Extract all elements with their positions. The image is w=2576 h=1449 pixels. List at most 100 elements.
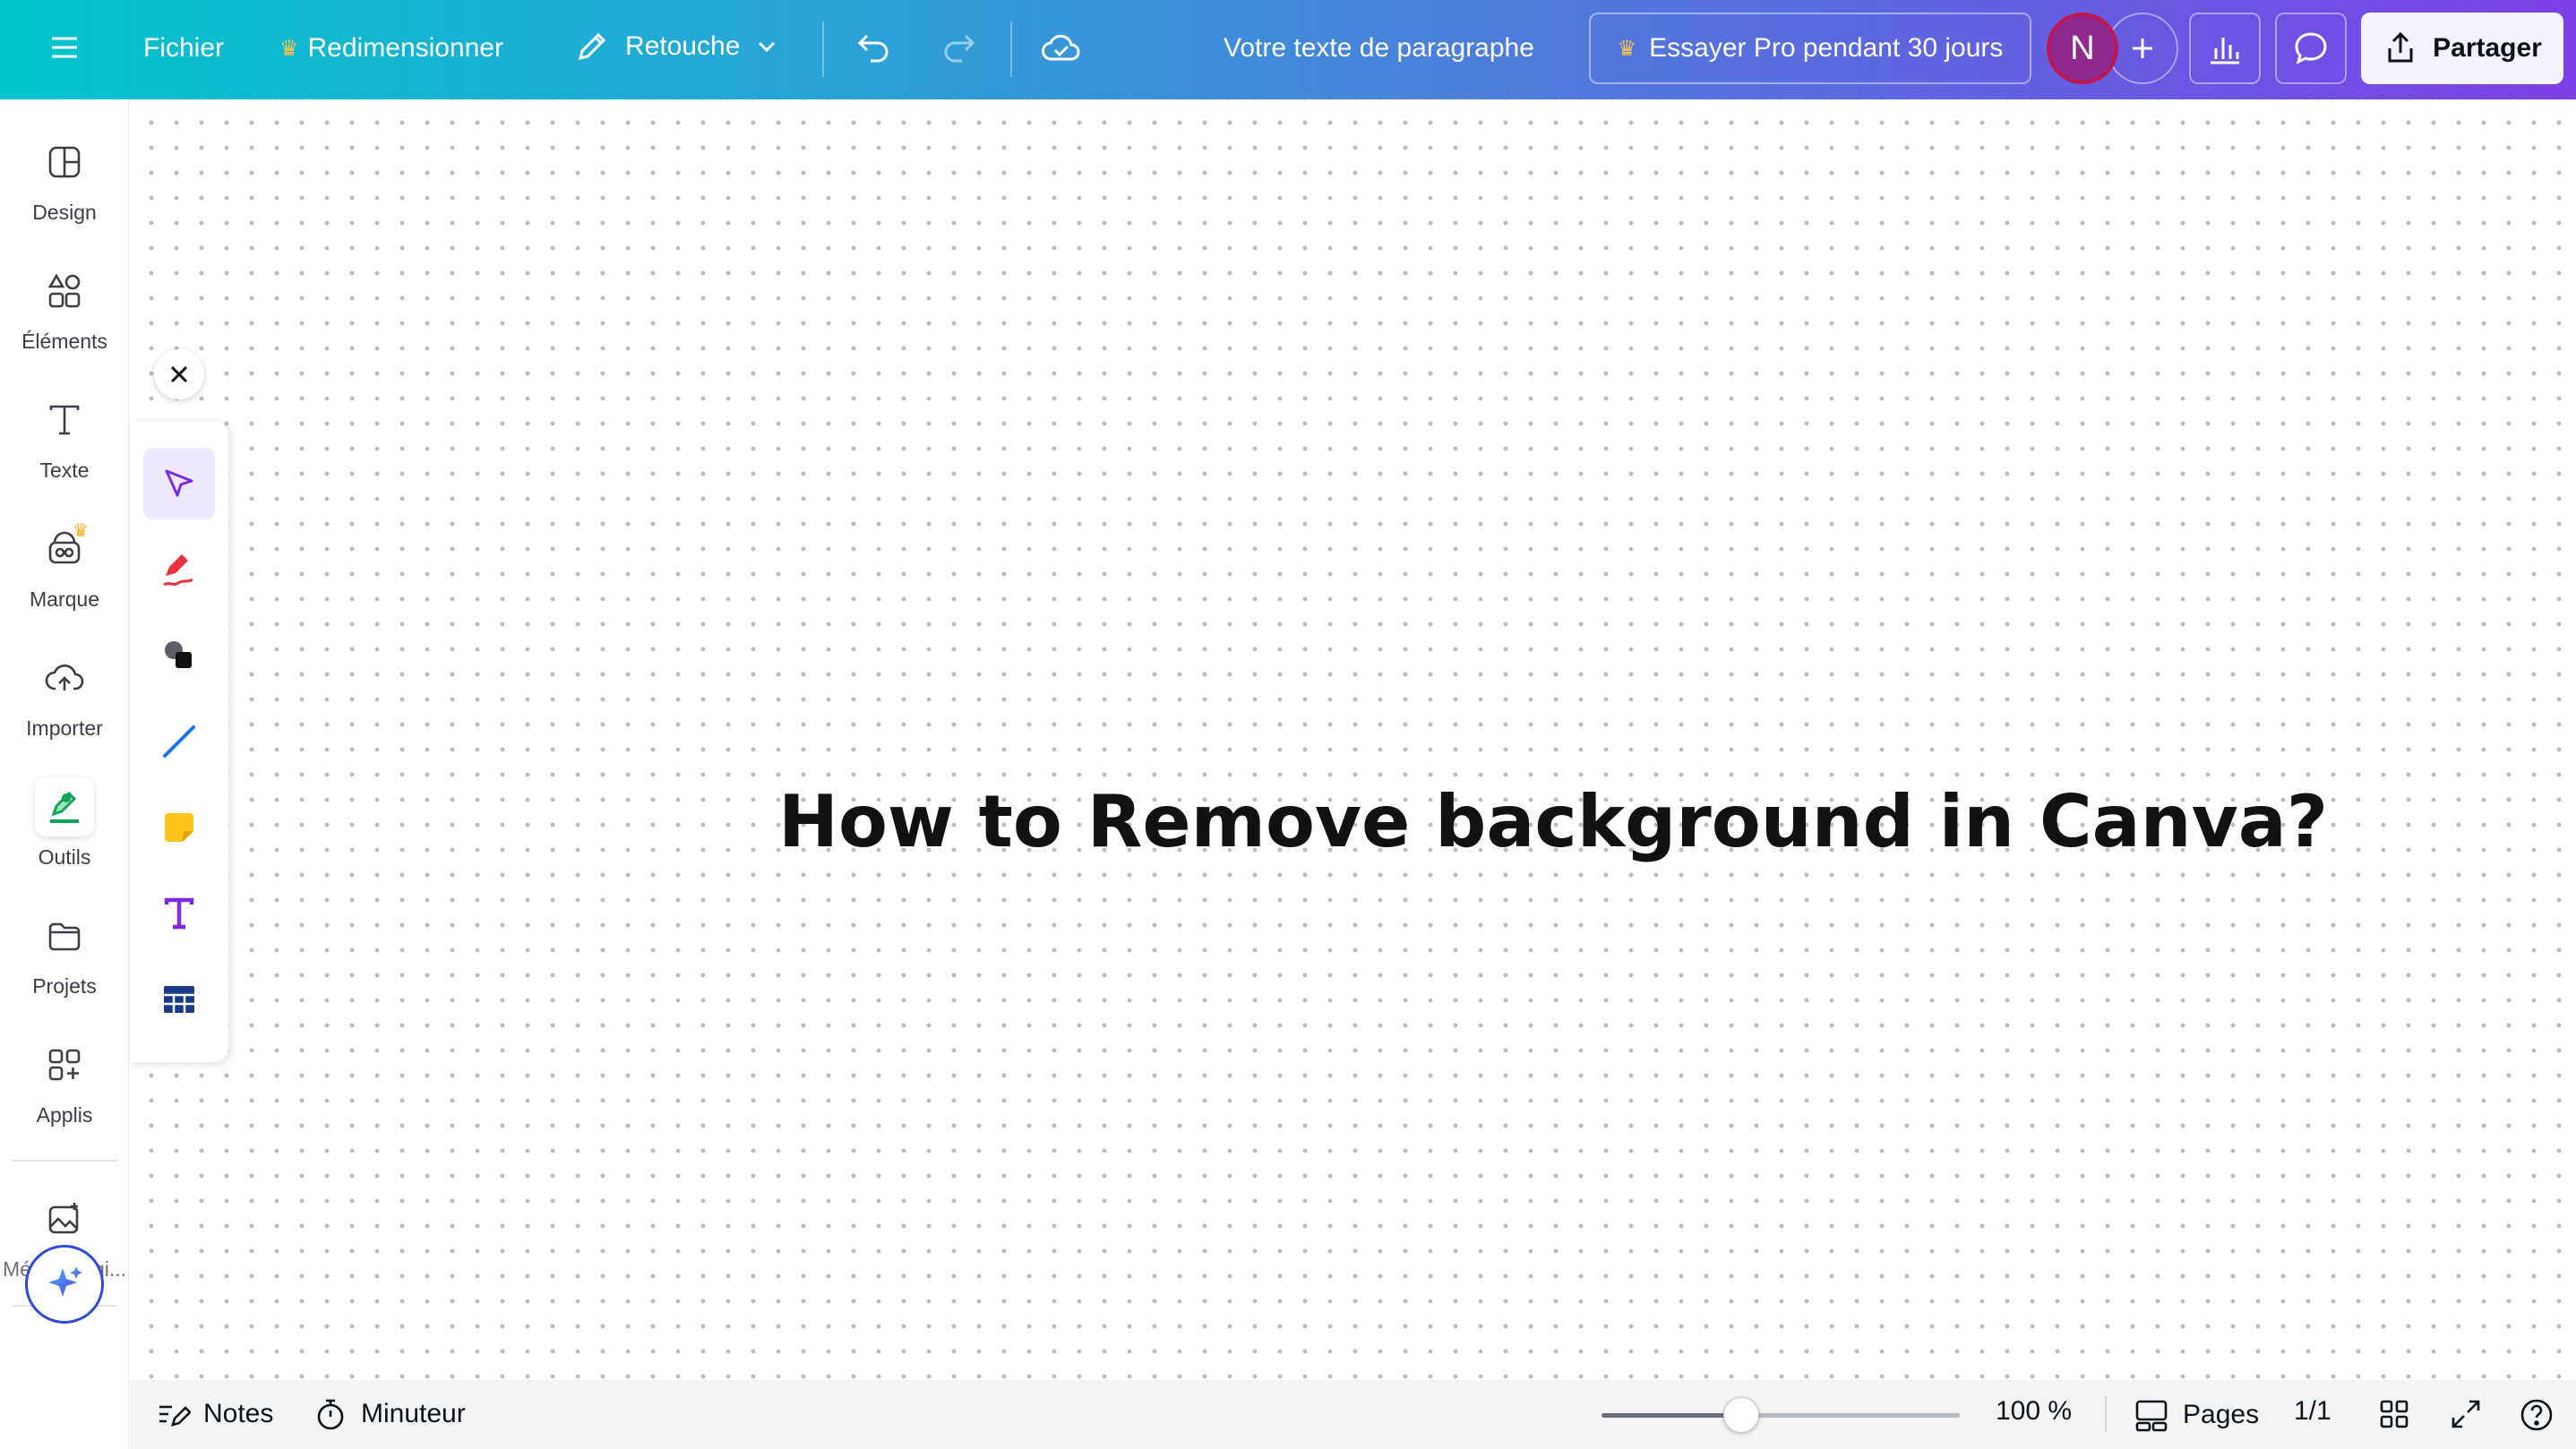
table-icon xyxy=(164,986,194,1013)
pages-button[interactable]: Pages xyxy=(2133,1396,2259,1434)
table-tool-button[interactable] xyxy=(143,964,215,1035)
timer-button[interactable]: Minuteur xyxy=(313,1396,466,1432)
user-avatar[interactable]: N xyxy=(2047,13,2118,84)
sidebar-icon-holder xyxy=(35,1189,94,1248)
zoom-slider-fill xyxy=(1601,1413,1741,1418)
insights-button[interactable] xyxy=(2189,13,2261,84)
sidebar-icon-holder xyxy=(35,133,94,192)
bottom-divider xyxy=(2105,1396,2107,1432)
sidebar-icon-holder: ♛ xyxy=(35,519,94,579)
grid-view-button[interactable] xyxy=(2376,1396,2412,1432)
magic-media-icon xyxy=(48,1202,79,1233)
crown-icon: ♛ xyxy=(73,520,89,541)
resize-button[interactable]: ♛ Redimensionner xyxy=(279,33,503,64)
pages-label: Pages xyxy=(2183,1400,2260,1429)
grid-view-icon xyxy=(2380,1400,2409,1428)
comments-button[interactable] xyxy=(2275,13,2347,84)
document-title-text: Votre texte de paragraphe xyxy=(1224,33,1534,63)
tools-icon xyxy=(50,791,79,823)
fullscreen-button[interactable] xyxy=(2448,1396,2484,1432)
sidebar-item-text[interactable]: Texte xyxy=(0,382,129,490)
sidebar-icon-holder xyxy=(35,906,94,965)
comment-icon xyxy=(2295,32,2327,64)
line-icon xyxy=(163,725,195,758)
hamburger-menu-icon xyxy=(52,37,77,58)
edit-menu-label: Retouche xyxy=(625,31,741,61)
folder-icon xyxy=(48,922,81,950)
close-icon xyxy=(170,365,188,383)
zoom-level-button[interactable]: 100 % xyxy=(1996,1396,2072,1427)
select-icon xyxy=(165,469,193,497)
design-icon xyxy=(48,146,81,177)
redo-icon xyxy=(944,34,975,63)
sidebar-item-label: Design xyxy=(32,200,97,224)
sidebar-item-brand[interactable]: ♛ Marque xyxy=(0,511,129,619)
sidebar-item-label: Marque xyxy=(30,587,99,611)
edit-menu-button[interactable]: Retouche xyxy=(573,28,779,65)
undo-button[interactable] xyxy=(854,29,894,68)
sidebar-item-tools[interactable]: Outils xyxy=(0,769,129,877)
document-title[interactable]: Votre texte de paragraphe xyxy=(1224,33,1534,64)
expand-icon xyxy=(2451,1400,2480,1428)
notes-button[interactable]: Notes xyxy=(155,1396,273,1432)
cloud-check-icon xyxy=(1042,34,1080,61)
shapes-icon xyxy=(165,641,192,668)
crown-icon: ♛ xyxy=(279,36,299,61)
bar-chart-icon xyxy=(2211,38,2239,64)
apps-icon xyxy=(48,1049,81,1080)
file-menu-button[interactable]: Fichier xyxy=(143,33,224,64)
canvas-headline-text[interactable]: How to Remove background in Canva? xyxy=(778,780,2328,863)
toolbar-divider xyxy=(1010,21,1012,77)
sidebar-item-projects[interactable]: Projets xyxy=(0,898,129,1006)
magic-assistant-button[interactable] xyxy=(25,1245,104,1324)
chevron-down-icon xyxy=(759,41,776,53)
sidebar-icon-holder xyxy=(35,262,94,321)
select-tool-button[interactable] xyxy=(143,448,215,519)
text-tool-button[interactable] xyxy=(143,878,215,949)
bottom-status-bar: Notes Minuteur 100 % Pages 1/1 xyxy=(130,1380,2576,1449)
toolbar-divider xyxy=(822,21,824,77)
page-count-indicator[interactable]: 1/1 xyxy=(2294,1396,2331,1427)
sidebar-item-label: Éléments xyxy=(21,329,107,353)
sidebar-item-label: Importer xyxy=(26,716,103,740)
undo-icon xyxy=(857,34,889,63)
crown-icon: ♛ xyxy=(1617,36,1637,61)
sidebar-icon-holder xyxy=(35,1035,94,1094)
try-pro-label: Essayer Pro pendant 30 jours xyxy=(1649,33,2004,63)
zoom-slider-handle[interactable] xyxy=(1723,1397,1759,1433)
redo-button[interactable] xyxy=(939,29,978,68)
text-icon xyxy=(49,405,80,434)
help-icon xyxy=(2520,1399,2553,1431)
sidebar-item-label: Outils xyxy=(38,845,91,869)
sidebar-icon-holder xyxy=(35,776,94,836)
cloud-save-status[interactable] xyxy=(1041,29,1082,70)
text-tool-icon xyxy=(164,897,194,930)
sidebar-item-label: Applis xyxy=(36,1102,93,1127)
sidebar-item-upload[interactable]: Importer xyxy=(0,640,129,748)
menu-button[interactable] xyxy=(47,30,82,65)
shapes-tool-button[interactable] xyxy=(143,620,215,691)
help-button[interactable] xyxy=(2518,1396,2555,1434)
line-tool-button[interactable] xyxy=(143,706,215,777)
notes-label: Notes xyxy=(203,1399,274,1428)
close-palette-button[interactable] xyxy=(154,349,204,399)
sidebar-item-apps[interactable]: Applis xyxy=(0,1027,129,1135)
sidebar-item-elements[interactable]: Éléments xyxy=(0,253,129,361)
try-pro-button[interactable]: ♛ Essayer Pro pendant 30 jours xyxy=(1589,13,2031,84)
page-count-label: 1/1 xyxy=(2294,1396,2331,1426)
pages-icon xyxy=(2135,1400,2168,1432)
pen-tool-button[interactable] xyxy=(143,534,215,605)
file-menu-label: Fichier xyxy=(143,33,225,63)
share-button[interactable]: Partager xyxy=(2361,13,2563,84)
avatar-initial: N xyxy=(2070,29,2095,67)
share-upload-icon xyxy=(2388,31,2413,63)
sidebar-item-design[interactable]: Design xyxy=(0,124,129,232)
zoom-level-label: 100 % xyxy=(1996,1396,2073,1426)
sticky-note-tool-button[interactable] xyxy=(143,792,215,863)
zoom-slider[interactable] xyxy=(1601,1397,1960,1433)
share-label: Partager xyxy=(2433,33,2542,63)
sidebar-divider xyxy=(13,1160,116,1162)
design-canvas[interactable]: How to Remove background in Canva? xyxy=(130,99,2576,1380)
notes-icon xyxy=(159,1405,191,1427)
upload-icon xyxy=(45,664,84,690)
